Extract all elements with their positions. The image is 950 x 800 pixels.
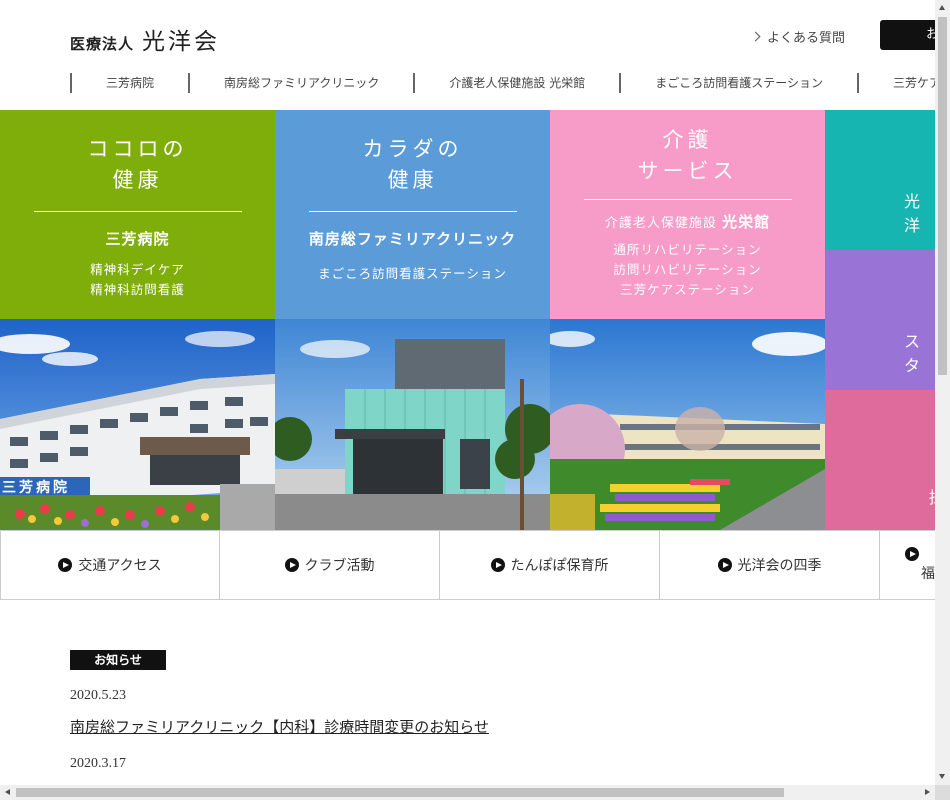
faq-link[interactable]: よくある質問 — [750, 27, 846, 46]
faq-label: よくある質問 — [767, 31, 846, 46]
news-date: 2020.3.17 — [70, 756, 126, 771]
tile-body-heading-2: 健康 — [387, 168, 438, 192]
tile-mind-health[interactable]: ココロの 健康 三芳病院 精神科デイケア 精神科訪問看護 — [0, 110, 275, 319]
tile-care-sub-2[interactable]: 訪問リハビリテーション — [550, 260, 825, 280]
photo-koeikan — [550, 319, 825, 530]
divider — [308, 211, 517, 212]
scroll-right-arrow-icon[interactable] — [925, 789, 930, 795]
contact-button-label: お — [926, 27, 935, 42]
tile-care-heading-2: サービス — [637, 159, 738, 183]
tile-body-facility[interactable]: 南房総ファミリアクリニック — [275, 228, 550, 249]
horizontal-scrollbar[interactable] — [0, 785, 935, 800]
tile-mind-sub-2[interactable]: 精神科訪問看護 — [0, 280, 275, 300]
quick-link-nursery[interactable]: たんぽぽ保育所 — [440, 530, 660, 600]
chevron-right-icon — [750, 31, 761, 42]
quick-link-seasons[interactable]: 光洋会の四季 — [660, 530, 880, 600]
tile-care-sub-1[interactable]: 通所リハビリテーション — [550, 240, 825, 260]
tile-mind-heading-2: 健康 — [112, 168, 163, 192]
quick-link-clubs[interactable]: クラブ活動 — [220, 530, 440, 600]
quick-link-access-label: 交通アクセス — [78, 558, 162, 574]
divider — [33, 211, 242, 212]
tile-body-health[interactable]: カラダの 健康 南房総ファミリアクリニック まごころ訪問看護ステーション — [275, 110, 550, 319]
scroll-down-arrow-icon[interactable] — [939, 774, 945, 779]
side-tile-koyo[interactable]: 光洋 — [825, 110, 935, 250]
play-circle-icon — [58, 558, 73, 572]
vertical-scrollbar[interactable] — [935, 0, 950, 785]
scroll-left-arrow-icon[interactable] — [5, 789, 10, 795]
global-nav: 三芳病院 南房総ファミリアクリニック 介護老人保健施設 光栄館 まごころ訪問看護… — [70, 73, 935, 93]
nav-item-familia-clinic[interactable]: 南房総ファミリアクリニック — [188, 73, 413, 93]
contact-button[interactable]: お — [880, 20, 935, 50]
side-tile-recruit[interactable]: 採 — [825, 390, 935, 530]
tile-care-facility[interactable]: 介護老人保健施設 光栄館 — [550, 211, 825, 232]
side-tile-staff[interactable]: スタ — [825, 250, 935, 390]
tile-body-sub-1[interactable]: まごころ訪問看護ステーション — [275, 264, 550, 284]
page: 医療法人 光洋会 よくある質問 お 三芳病院 南房総ファミリアクリニック 介護老… — [0, 0, 935, 785]
vertical-scrollbar-thumb[interactable] — [938, 17, 947, 375]
quick-link-welfare-label: 福 — [921, 566, 935, 582]
logo-name: 光洋会 — [142, 29, 221, 55]
logo-corporation-type: 医療法人 — [70, 35, 135, 53]
tile-mind-facility[interactable]: 三芳病院 — [0, 228, 275, 249]
play-circle-icon — [905, 547, 919, 561]
quick-links-bar: 交通アクセス クラブ活動 たんぽぽ保育所 光洋会の四季 福 — [0, 530, 935, 600]
news-date: 2020.5.23 — [70, 688, 126, 703]
tile-mind-sub-1[interactable]: 精神科デイケア — [0, 260, 275, 280]
quick-link-clubs-label: クラブ活動 — [304, 558, 375, 574]
nav-item-care-station[interactable]: 三芳ケアス — [857, 73, 935, 93]
tile-care-facility-name: 光栄館 — [722, 213, 771, 231]
nav-item-koeikan[interactable]: 介護老人保健施設 光栄館 — [413, 73, 619, 93]
tile-care-sub-3[interactable]: 三芳ケアステーション — [550, 280, 825, 300]
tile-care-heading-1: 介護 — [662, 128, 713, 152]
quick-link-nursery-label: たんぽぽ保育所 — [510, 558, 609, 574]
play-circle-icon — [717, 558, 732, 572]
divider — [583, 199, 792, 200]
quick-link-seasons-label: 光洋会の四季 — [737, 558, 822, 574]
tile-care-facility-prefix: 介護老人保健施設 — [604, 216, 717, 231]
news-section-label: お知らせ — [70, 650, 166, 670]
tile-body-heading-1: カラダの — [362, 137, 463, 161]
scroll-up-arrow-icon[interactable] — [939, 5, 945, 10]
nav-item-miyoshi-hospital[interactable]: 三芳病院 — [70, 73, 188, 93]
quick-link-access[interactable]: 交通アクセス — [0, 530, 220, 600]
tile-mind-heading-1: ココロの — [87, 137, 188, 161]
news-title-link[interactable]: 南房総ファミリアクリニック【内科】診療時間変更のお知らせ — [70, 716, 489, 737]
scrollbar-corner — [935, 785, 950, 800]
play-circle-icon — [284, 558, 299, 572]
side-tile-koyo-label: 光洋 — [904, 192, 921, 235]
hospital-sign-text: 三芳病院 — [2, 479, 70, 496]
photo-familia-clinic — [275, 319, 550, 530]
quick-link-welfare[interactable]: 福 — [880, 530, 935, 600]
play-circle-icon — [490, 558, 505, 572]
horizontal-scrollbar-thumb[interactable] — [16, 788, 784, 797]
photo-miyoshi-hospital: 三芳病院 — [0, 319, 275, 530]
nav-item-magokoro-station[interactable]: まごころ訪問看護ステーション — [619, 73, 857, 93]
side-tile-staff-label: スタ — [904, 332, 921, 375]
tile-care-service[interactable]: 介護 サービス 介護老人保健施設 光栄館 通所リハビリテーション 訪問リハビリテ… — [550, 110, 825, 319]
site-logo[interactable]: 医療法人 光洋会 — [70, 22, 220, 56]
